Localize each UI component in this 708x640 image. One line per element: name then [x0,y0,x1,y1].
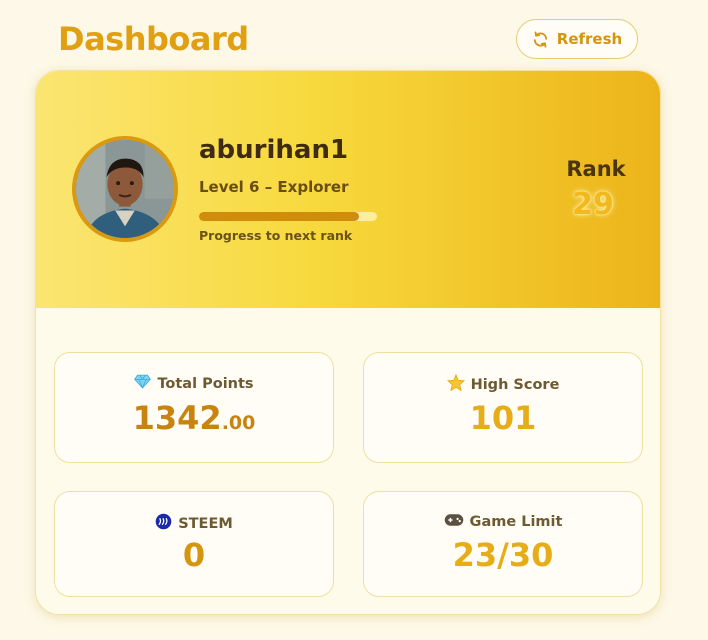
rank-value: 29 [572,187,614,222]
steem-label: STEEM [178,515,233,532]
avatar-photo [76,140,174,238]
star-icon [446,373,465,395]
steem-card: STEEM 0 [54,491,334,597]
refresh-label: Refresh [556,30,623,48]
game-limit-label: Game Limit [469,514,563,530]
high-score-value: 101 [469,399,537,437]
high-score-card: High Score 101 [363,352,643,463]
profile-banner: aburihan1 Level 6 – Explorer Progress to… [36,71,660,308]
level-text: Level 6 – Explorer [199,178,349,196]
total-points-value: 1342 [132,399,222,437]
username: aburihan1 [199,135,349,165]
total-points-card: Total Points 1342.00 [54,352,334,463]
rank-label: Rank [566,157,626,181]
game-limit-card: Game Limit 23/30 [363,491,643,597]
avatar [72,136,178,242]
rank-progress-fill [199,212,360,221]
gamepad-icon [444,513,464,531]
rank-progress-bar [199,212,377,221]
total-points-label: Total Points [157,375,254,392]
dashboard-card: aburihan1 Level 6 – Explorer Progress to… [35,70,661,615]
steem-value: 0 [182,536,206,574]
refresh-button[interactable]: Refresh [516,19,638,59]
page-title: Dashboard [58,20,249,58]
steem-icon [155,513,172,534]
progress-label: Progress to next rank [199,228,353,243]
gem-icon [134,374,152,393]
refresh-icon [532,30,549,48]
game-limit-value: 23/30 [452,536,554,574]
total-points-decimals: .00 [221,412,256,434]
high-score-label: High Score [470,376,560,393]
